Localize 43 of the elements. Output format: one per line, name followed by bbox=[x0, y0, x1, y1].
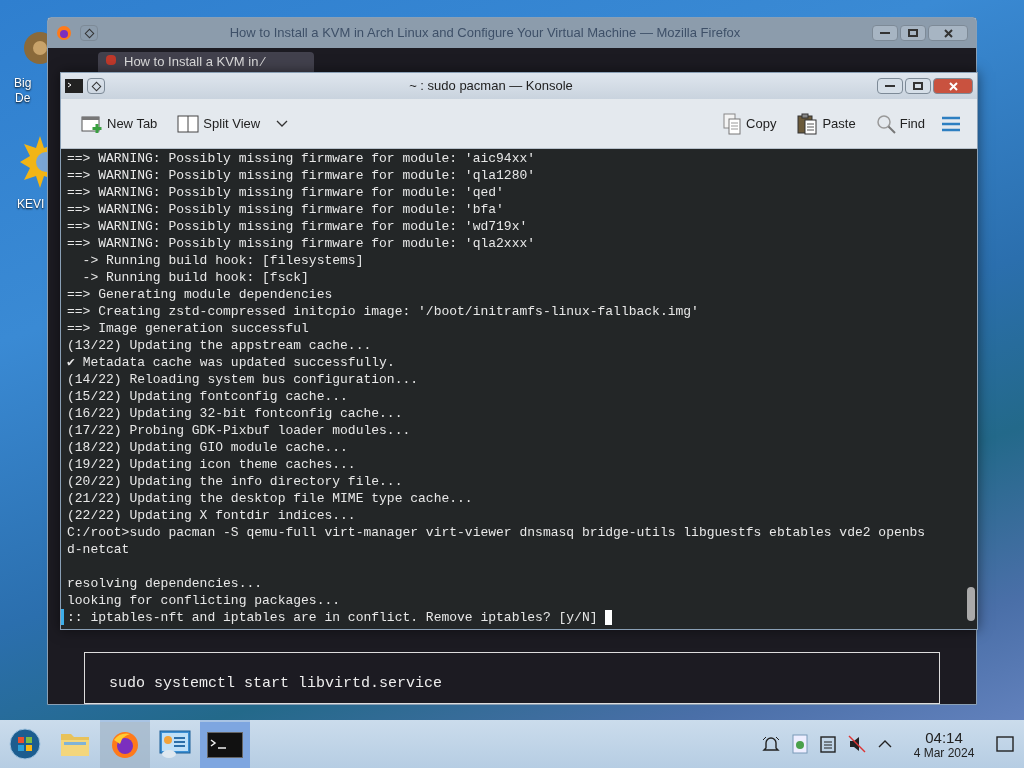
desktop-icon-label: De bbox=[15, 91, 31, 106]
terminal-line: (13/22) Updating the appstream cache... bbox=[67, 337, 373, 354]
desktop-icon-label: KEVI bbox=[17, 197, 45, 212]
terminal-line: ==> WARNING: Possibly missing firmware for module: 'qed' bbox=[67, 184, 505, 201]
tab-title: How to Install a KVM in ⁄ bbox=[124, 55, 265, 69]
terminal-line: ==> WARNING: Possibly missing firmware for module: 'qla1280' bbox=[67, 167, 537, 184]
terminal-line: ==> WARNING: Possibly missing firmware for module: 'qla2xxx' bbox=[67, 235, 537, 252]
desktop-icon-label: Big bbox=[14, 76, 32, 91]
clock-time: 04:14 bbox=[925, 728, 963, 746]
terminal-line: :: iptables-nft and iptables are in conflict. Remove iptables? [y/N] bbox=[67, 609, 599, 626]
clock-date: 4 Mar 2024 bbox=[913, 745, 975, 760]
terminal-line: (16/22) Updating 32-bit fontconfig cache... bbox=[67, 405, 404, 422]
terminal-line: ==> Generating module dependencies bbox=[67, 286, 334, 303]
terminal-line: resolving dependencies... bbox=[67, 575, 264, 592]
new-tab-button[interactable]: New Tab bbox=[77, 109, 162, 138]
terminal-line: (19/22) Updating icon theme caches... bbox=[67, 456, 357, 473]
terminal-line: ==> Image generation successful bbox=[67, 320, 310, 337]
paste-button[interactable]: Paste bbox=[792, 108, 860, 139]
terminal-line: looking for conflicting packages... bbox=[67, 592, 342, 609]
terminal-line: (20/22) Updating the info directory file... bbox=[67, 473, 404, 490]
terminal-line: (22/22) Updating X fontdir indices... bbox=[67, 507, 357, 524]
terminal-line: -> Running build hook: [fsck] bbox=[81, 269, 310, 286]
terminal-line: ==> WARNING: Possibly missing firmware for module: 'bfa' bbox=[67, 201, 505, 218]
terminal-line: (14/22) Reloading system bus configuration... bbox=[67, 371, 420, 388]
terminal-line: -> Running build hook: [filesystems] bbox=[81, 252, 365, 269]
find-button[interactable]: Find bbox=[871, 109, 929, 138]
terminal-line: (18/22) Updating GIO module cache... bbox=[67, 439, 349, 456]
terminal-line: ==> Creating zstd-compressed initcpio image: '/boot/initramfs-linux-fallback.img' bbox=[67, 303, 700, 320]
copy-button[interactable]: Copy bbox=[718, 108, 781, 139]
code-text: sudo systemctl start libvirtd.service bbox=[109, 673, 443, 694]
terminal-line: ==> WARNING: Possibly missing firmware for module: 'aic94xx' bbox=[67, 150, 537, 167]
browser-tab[interactable]: How to Install a KVM in ⁄ bbox=[98, 52, 314, 72]
terminal-line: ==> WARNING: Possibly missing firmware for module: 'wd719x' bbox=[67, 218, 529, 235]
window-title: How to Install a KVM in Arch Linux and Configure Your Virtual Machine — Mozilla Firefox bbox=[228, 24, 742, 43]
split-view-button[interactable]: Split View bbox=[173, 109, 265, 138]
window-title: ~ : sudo pacman — Konsole bbox=[408, 77, 574, 96]
terminal-line: C:/root>sudo pacman -S qemu-full virt-manager virt-viewer dnsmasq bridge-utils libguestfs ebtables vde2 openbs bbox=[67, 524, 927, 541]
terminal-line: (17/22) Probing GDK-Pixbuf loader modules... bbox=[67, 422, 412, 439]
terminal-line: (21/22) Updating the desktop file MIME type cache... bbox=[67, 490, 474, 507]
terminal-line: d-netcat bbox=[67, 541, 131, 558]
terminal-line: ✔ Metadata cache was updated successfully. bbox=[67, 354, 396, 371]
clock[interactable]: 04:14 4 Mar 2024 bbox=[904, 728, 984, 760]
terminal-line: (15/22) Updating fontconfig cache... bbox=[67, 388, 349, 405]
